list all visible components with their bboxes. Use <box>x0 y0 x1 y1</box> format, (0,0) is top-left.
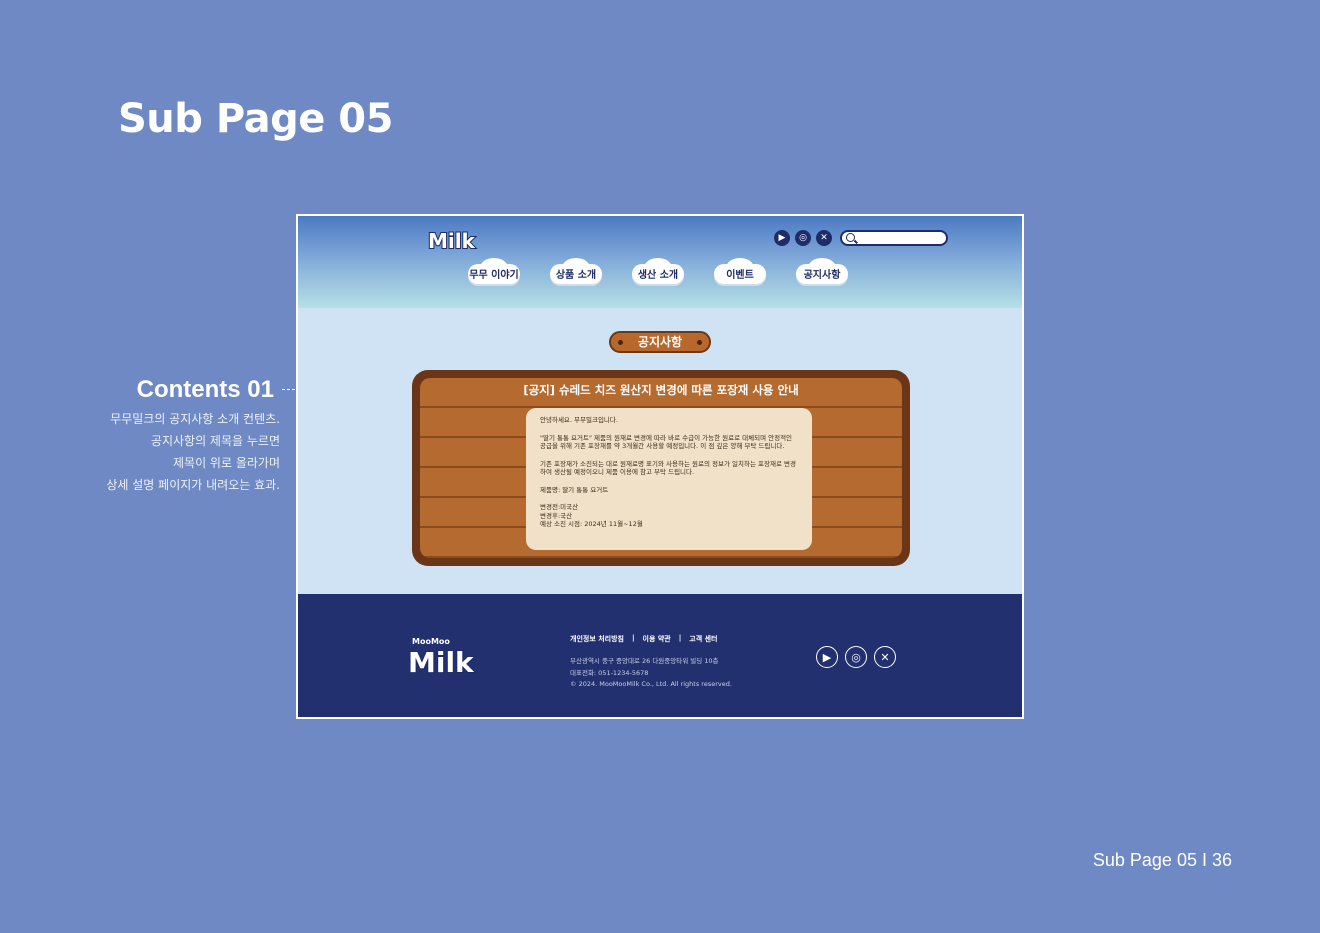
x-icon[interactable]: ✕ <box>874 646 896 668</box>
notice-title[interactable]: [공지] 슈레드 치즈 원산지 변경에 따른 포장재 사용 안내 <box>420 382 902 398</box>
nav-item-story[interactable]: 무무 이야기 <box>466 258 522 286</box>
instagram-icon[interactable]: ◎ <box>795 230 811 246</box>
header-social: ▶ ◎ ✕ <box>774 230 832 246</box>
search-icon <box>846 233 855 242</box>
nav-label: 공지사항 <box>803 270 841 281</box>
notice-paragraph: "딸기 통통 요거트" 제품의 원재료 변경에 따라 바로 수급이 가능한 원료… <box>540 433 793 451</box>
notice-greeting: 안녕하세요. 무무밀크입니다. <box>540 416 618 424</box>
main-nav: 무무 이야기 상품 소개 생산 소개 이벤트 공지사항 <box>466 258 850 286</box>
footer-divider: | <box>631 634 635 642</box>
nail-icon <box>618 340 623 345</box>
youtube-icon[interactable]: ▶ <box>774 230 790 246</box>
site-logo[interactable]: Milk <box>426 228 498 252</box>
nav-item-notice[interactable]: 공지사항 <box>794 258 850 286</box>
annotation-description: 무무밀크의 공지사항 소개 컨텐츠. 공지사항의 제목을 누르면 제목이 위로 … <box>20 408 280 496</box>
footer-logo-text: Milk <box>408 646 475 678</box>
annotation-line: 제목이 위로 올라가며 <box>173 456 280 470</box>
notice-board: [공지] 슈레드 치즈 원산지 변경에 따른 포장재 사용 안내 안녕하세요. … <box>412 370 910 566</box>
notice-sign-label: 공지사항 <box>637 335 683 349</box>
youtube-icon[interactable]: ▶ <box>816 646 838 668</box>
notice-sign: 공지사항 <box>609 331 711 353</box>
footer-copyright: © 2024. MooMooMilk Co., Ltd. All rights … <box>570 680 732 688</box>
notice-after: 변경후:국산 <box>540 511 573 520</box>
page-title: Sub Page 05 <box>118 96 393 142</box>
notice-product: 제품명: 딸기 통통 요거트 <box>540 485 609 494</box>
nail-icon <box>697 340 702 345</box>
site-header: Milk ▶ ◎ ✕ 무무 이야기 상품 소개 생산 소개 이벤트 공지사항 <box>298 216 1022 308</box>
page-number: Sub Page 05 I 36 <box>1092 850 1232 870</box>
nav-label: 이벤트 <box>726 270 754 281</box>
footer-divider: | <box>678 634 682 642</box>
nav-label: 무무 이야기 <box>469 270 519 281</box>
annotation-line: 상세 설명 페이지가 내려오는 효과. <box>106 478 280 492</box>
nav-item-event[interactable]: 이벤트 <box>712 258 768 286</box>
footer-links: 개인정보 처리방침 | 이용 약관 | 고객 센터 <box>570 634 718 644</box>
annotation-title: Contents 01 <box>136 376 274 403</box>
nav-item-production[interactable]: 생산 소개 <box>630 258 686 286</box>
nav-label: 생산 소개 <box>637 270 679 281</box>
footer-address: 부산광역시 중구 중앙대로 26 다원중앙타워 빌딩 10층 <box>570 657 719 665</box>
footer-logo-top: MooMoo <box>412 637 450 646</box>
x-icon[interactable]: ✕ <box>816 230 832 246</box>
support-link[interactable]: 고객 센터 <box>689 634 717 644</box>
footer-logo[interactable]: MooMoo Milk <box>406 634 510 678</box>
annotation-line: 공지사항의 제목을 누르면 <box>150 434 280 448</box>
site-footer: MooMoo Milk 개인정보 처리방침 | 이용 약관 | 고객 센터 부산… <box>298 594 1022 717</box>
instagram-icon[interactable]: ◎ <box>845 646 867 668</box>
nav-label: 상품 소개 <box>555 270 597 281</box>
search-input[interactable] <box>840 230 948 246</box>
nav-item-products[interactable]: 상품 소개 <box>548 258 604 286</box>
privacy-link[interactable]: 개인정보 처리방침 <box>570 634 624 644</box>
wood-planks: [공지] 슈레드 치즈 원산지 변경에 따른 포장재 사용 안내 안녕하세요. … <box>420 378 902 558</box>
notice-period: 예상 소진 시점: 2024년 11월~12월 <box>540 520 643 528</box>
annotation-line: 무무밀크의 공지사항 소개 컨텐츠. <box>110 412 280 426</box>
footer-phone: 대표전화: 051-1234-5678 <box>570 668 649 677</box>
notice-detail: 안녕하세요. 무무밀크입니다. "딸기 통통 요거트" 제품의 원재료 변경에 … <box>526 408 812 550</box>
footer-social: ▶ ◎ ✕ <box>816 646 896 668</box>
footer-info: 부산광역시 중구 중앙대로 26 다원중앙타워 빌딩 10층 대표전화: 051… <box>570 656 732 691</box>
notice-paragraph: 기존 포장재가 소진되는 대로 원재료명 표기와 사용하는 원료의 정보가 일치… <box>540 459 796 477</box>
site-preview: Milk ▶ ◎ ✕ 무무 이야기 상품 소개 생산 소개 이벤트 공지사항 공… <box>296 214 1024 719</box>
notice-before: 변경전:미국산 <box>540 503 579 511</box>
logo-text: Milk <box>428 229 476 252</box>
terms-link[interactable]: 이용 약관 <box>643 634 671 644</box>
